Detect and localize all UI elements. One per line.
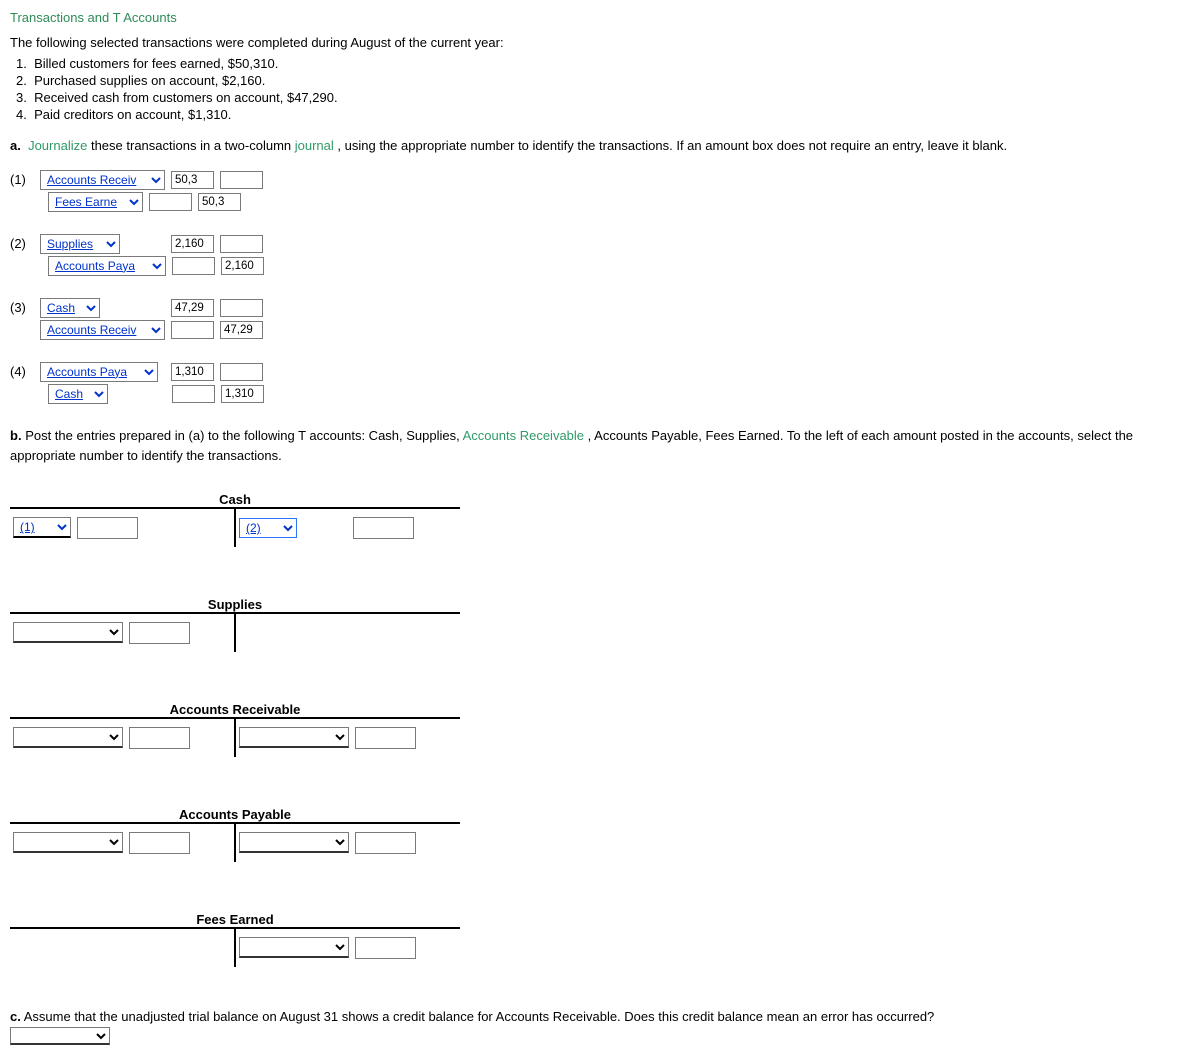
keyword-journal: journal bbox=[295, 138, 334, 153]
entry4-debit-account-select[interactable]: Accounts Paya bbox=[40, 362, 158, 382]
entry4-credit-amount[interactable] bbox=[221, 385, 264, 403]
task-a-text-1: these transactions in a two-column bbox=[91, 138, 295, 153]
entry3-debit-blank[interactable] bbox=[220, 299, 263, 317]
entry4-credit-account-select[interactable]: Cash bbox=[48, 384, 108, 404]
cash-right-amount[interactable] bbox=[353, 517, 414, 539]
entry2-credit-amount[interactable] bbox=[221, 257, 264, 275]
transaction-item-3: 3. Received cash from customers on accou… bbox=[16, 90, 1190, 107]
entry2-debit-account-select[interactable]: Supplies bbox=[40, 234, 120, 254]
cash-right-select[interactable]: (2) bbox=[239, 518, 297, 538]
t-account-supplies: Supplies bbox=[10, 597, 1190, 652]
task-c-answer-select[interactable] bbox=[10, 1027, 110, 1045]
ap-left-select[interactable] bbox=[13, 832, 123, 853]
transaction-item-1: 1. Billed customers for fees earned, $50… bbox=[16, 56, 1190, 73]
ar-left-amount[interactable] bbox=[129, 727, 190, 749]
entry1-debit-amount[interactable] bbox=[171, 171, 214, 189]
entry-number-1: (1) bbox=[10, 172, 34, 187]
entry-number-2: (2) bbox=[10, 236, 34, 251]
transaction-item-2: 2. Purchased supplies on account, $2,160… bbox=[16, 73, 1190, 90]
transaction-list: 1. Billed customers for fees earned, $50… bbox=[16, 56, 1190, 124]
entry4-debit-amount[interactable] bbox=[171, 363, 214, 381]
entry4-credit-blank[interactable] bbox=[172, 385, 215, 403]
entry2-credit-account-select[interactable]: Accounts Paya bbox=[48, 256, 166, 276]
ap-left-amount[interactable] bbox=[129, 832, 190, 854]
t-account-ar-title: Accounts Receivable bbox=[10, 702, 460, 717]
ar-right-amount[interactable] bbox=[355, 727, 416, 749]
entry1-credit-blank[interactable] bbox=[149, 193, 192, 211]
entry3-credit-account-select[interactable]: Accounts Receiv bbox=[40, 320, 165, 340]
keyword-accounts-receivable: Accounts Receivable bbox=[463, 428, 584, 443]
page-title: Transactions and T Accounts bbox=[10, 10, 1190, 25]
entry1-debit-blank[interactable] bbox=[220, 171, 263, 189]
journal-entry-3: (3) Cash Accounts Receiv bbox=[10, 298, 1190, 340]
task-a: a. Journalize these transactions in a tw… bbox=[10, 136, 1190, 156]
t-account-ap-title: Accounts Payable bbox=[10, 807, 460, 822]
task-c-text: Assume that the unadjusted trial balance… bbox=[24, 1009, 935, 1024]
cash-left-amount[interactable] bbox=[77, 517, 138, 539]
t-account-cash-title: Cash bbox=[10, 492, 460, 507]
task-c: c. Assume that the unadjusted trial bala… bbox=[10, 1007, 1190, 1047]
keyword-journalize: Journalize bbox=[28, 138, 87, 153]
intro-paragraph: The following selected transactions were… bbox=[10, 35, 1190, 50]
transaction-item-4: 4. Paid creditors on account, $1,310. bbox=[16, 107, 1190, 124]
t-account-cash: Cash (1) (2) bbox=[10, 492, 1190, 547]
journal-entry-2: (2) Supplies Accounts Paya bbox=[10, 234, 1190, 276]
entry4-debit-blank[interactable] bbox=[220, 363, 263, 381]
entry3-debit-amount[interactable] bbox=[171, 299, 214, 317]
task-c-label: c. bbox=[10, 1009, 21, 1024]
ar-left-select[interactable] bbox=[13, 727, 123, 748]
task-a-label: a. bbox=[10, 138, 21, 153]
entry1-debit-account-select[interactable]: Accounts Receiv bbox=[40, 170, 165, 190]
entry-number-3: (3) bbox=[10, 300, 34, 315]
fe-right-select[interactable] bbox=[239, 937, 349, 958]
entry3-credit-blank[interactable] bbox=[171, 321, 214, 339]
t-account-supplies-title: Supplies bbox=[10, 597, 460, 612]
journal-entry-1: (1) Accounts Receiv Fees Earne bbox=[10, 170, 1190, 212]
entry2-debit-amount[interactable] bbox=[171, 235, 214, 253]
supplies-left-select[interactable] bbox=[13, 622, 123, 643]
ar-right-select[interactable] bbox=[239, 727, 349, 748]
task-b: b. Post the entries prepared in (a) to t… bbox=[10, 426, 1190, 466]
t-account-accounts-receivable: Accounts Receivable bbox=[10, 702, 1190, 757]
fe-right-amount[interactable] bbox=[355, 937, 416, 959]
entry3-credit-amount[interactable] bbox=[220, 321, 263, 339]
ap-right-amount[interactable] bbox=[355, 832, 416, 854]
entry2-debit-blank[interactable] bbox=[220, 235, 263, 253]
task-a-text-2: , using the appropriate number to identi… bbox=[337, 138, 1007, 153]
supplies-left-amount[interactable] bbox=[129, 622, 190, 644]
entry1-credit-account-select[interactable]: Fees Earne bbox=[48, 192, 143, 212]
t-account-accounts-payable: Accounts Payable bbox=[10, 807, 1190, 862]
entry1-credit-amount[interactable] bbox=[198, 193, 241, 211]
entry3-debit-account-select[interactable]: Cash bbox=[40, 298, 100, 318]
t-account-fees-earned: Fees Earned bbox=[10, 912, 1190, 967]
task-b-label: b. bbox=[10, 428, 22, 443]
cash-left-select[interactable]: (1) bbox=[13, 517, 71, 538]
journal-entry-4: (4) Accounts Paya Cash bbox=[10, 362, 1190, 404]
entry2-credit-blank[interactable] bbox=[172, 257, 215, 275]
ap-right-select[interactable] bbox=[239, 832, 349, 853]
t-account-fe-title: Fees Earned bbox=[10, 912, 460, 927]
task-b-text-1: Post the entries prepared in (a) to the … bbox=[25, 428, 462, 443]
entry-number-4: (4) bbox=[10, 364, 34, 379]
